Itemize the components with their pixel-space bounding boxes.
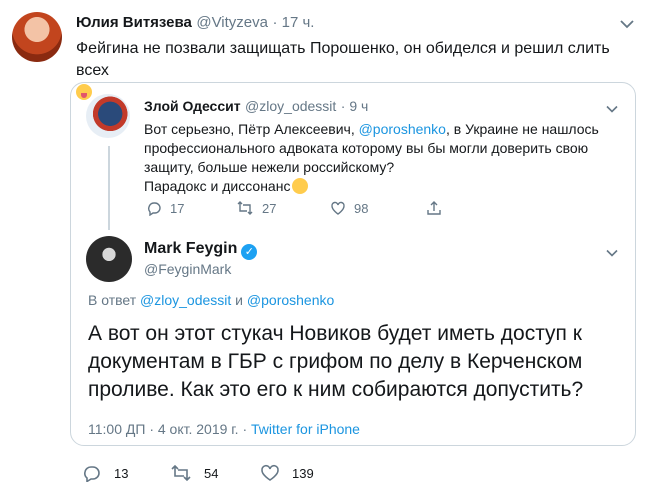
share-button[interactable] xyxy=(426,200,442,216)
heart-icon xyxy=(261,464,279,481)
tweet-header: Юлия Витязева @Vityzeva · 17 ч. xyxy=(76,14,314,32)
author-handle[interactable]: @Vityzeva xyxy=(196,14,268,31)
reply-prefix: В ответ xyxy=(88,292,141,308)
quoted-reply-header: Mark Feygin ✓ xyxy=(144,240,258,260)
heart-icon xyxy=(331,201,345,215)
thread-connector xyxy=(108,146,110,230)
mention-link[interactable]: @zloy_odessit xyxy=(140,292,231,308)
quoted-parent-name[interactable]: Злой Одессит xyxy=(144,98,241,114)
quoted-parent-text-line: Парадокс и диссонанс xyxy=(144,178,291,194)
quoted-reply-name[interactable]: Mark Feygin xyxy=(144,240,237,257)
quoted-parent-handle[interactable]: @zloy_odessit xyxy=(245,98,336,114)
reply-icon xyxy=(84,466,100,482)
quoted-reply-meta: 11:00 ДП · 4 окт. 2019 г. · Twitter for … xyxy=(88,421,360,437)
retweet-button[interactable]: 54 xyxy=(170,464,218,482)
quoted-parent-text-part: Вот серьезно, Пётр Алексеевич, xyxy=(144,121,359,137)
like-count: 139 xyxy=(292,465,314,481)
share-icon xyxy=(427,201,441,215)
retweet-count: 27 xyxy=(262,200,277,216)
quoted-reply-text-line: А вот он этот стукач Новиков будет иметь… xyxy=(88,322,582,345)
chevron-down-icon[interactable] xyxy=(620,16,634,34)
retweet-button[interactable]: 27 xyxy=(236,200,276,216)
retweet-count: 54 xyxy=(204,465,219,481)
mention-link[interactable]: @poroshenko xyxy=(247,292,334,308)
author-avatar[interactable] xyxy=(12,12,62,62)
like-button[interactable]: 98 xyxy=(330,200,368,216)
reply-count: 17 xyxy=(170,200,185,216)
quoted-parent-text-part: , в Украине не нашлось xyxy=(445,121,599,137)
mention-link[interactable]: @poroshenko xyxy=(359,121,446,137)
like-button[interactable]: 139 xyxy=(260,464,314,482)
retweet-icon xyxy=(171,464,191,482)
quoted-parent-time[interactable]: · 9 ч xyxy=(341,98,369,114)
quoted-parent-text: Вот серьезно, Пётр Алексеевич, @poroshen… xyxy=(144,120,624,196)
like-count: 98 xyxy=(354,200,369,216)
retweet-icon xyxy=(237,201,253,215)
quoted-parent-text-line: защиту, больше нежели российскому? xyxy=(144,159,395,175)
quoted-parent-avatar[interactable] xyxy=(86,94,130,138)
quoted-parent-header: Злой Одессит @zloy_odessit · 9 ч xyxy=(144,98,368,116)
quoted-reply-handle[interactable]: @FeyginMark xyxy=(144,261,231,277)
chevron-down-icon[interactable] xyxy=(606,244,618,262)
quoted-reply-text: А вот он этот стукач Новиков будет иметь… xyxy=(88,320,628,404)
reply-button[interactable]: 17 xyxy=(146,200,184,216)
quoted-reply-avatar[interactable] xyxy=(86,236,132,282)
reply-count: 13 xyxy=(114,465,129,481)
thinking-face-icon xyxy=(292,178,309,194)
chevron-down-icon[interactable] xyxy=(606,100,618,118)
tweet-time[interactable]: · 17 ч. xyxy=(272,14,314,31)
tweet-text-content: Фейгина не позвали защищать Порошенко, о… xyxy=(76,40,610,79)
reply-icon xyxy=(148,202,161,216)
author-name[interactable]: Юлия Витязева xyxy=(76,14,192,31)
reply-context: В ответ @zloy_odessit и @poroshenko xyxy=(88,292,334,308)
quoted-reply-text-line: проливе. Как это его к ним собираются до… xyxy=(88,378,584,401)
quoted-parent-text-line: профессионального адвоката которому вы б… xyxy=(144,140,589,156)
reply-button[interactable]: 13 xyxy=(82,464,128,482)
source-link[interactable]: Twitter for iPhone xyxy=(251,421,360,437)
quoted-reply-text-line: документам в ГБР с грифом по делу в Керч… xyxy=(88,350,583,373)
verified-badge-icon: ✓ xyxy=(241,244,258,260)
reply-and: и xyxy=(231,292,247,308)
timestamp[interactable]: 11:00 ДП · 4 окт. 2019 г. · xyxy=(88,421,251,437)
